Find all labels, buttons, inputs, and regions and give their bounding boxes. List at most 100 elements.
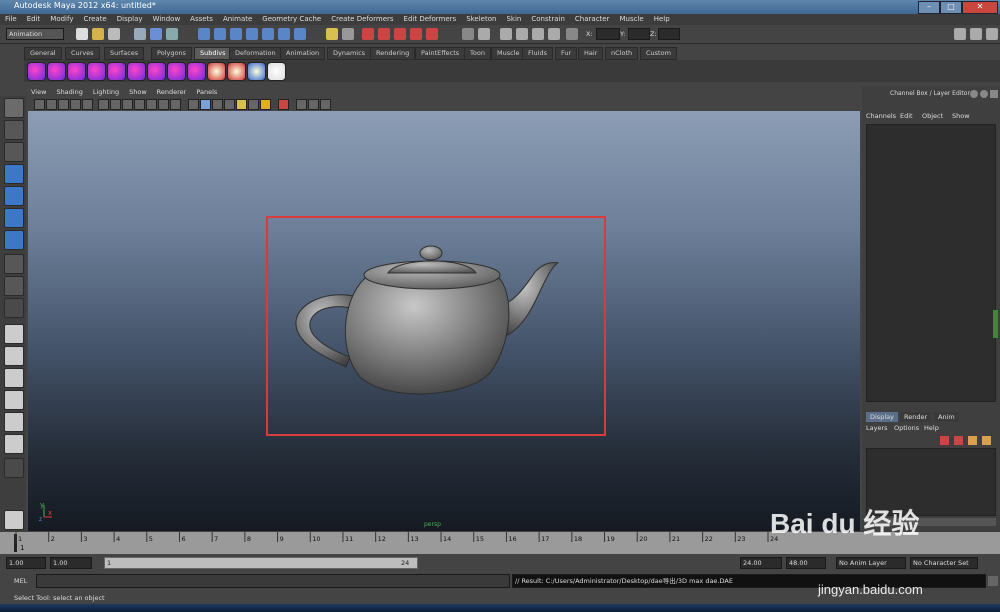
move-tool-icon[interactable] <box>4 164 24 184</box>
menu-window[interactable]: Window <box>148 14 186 24</box>
select-camera-icon[interactable] <box>34 99 45 110</box>
layer-menu-help[interactable]: Help <box>924 424 939 432</box>
panel-menu-renderer[interactable]: Renderer <box>152 88 192 96</box>
xray-icon[interactable] <box>296 99 307 110</box>
minimize-button[interactable]: – <box>918 1 940 14</box>
transform-icon[interactable] <box>548 28 560 40</box>
shelf-tab-curves[interactable]: Curves <box>65 47 100 60</box>
render-icon[interactable] <box>326 28 338 40</box>
manipulator-tool-icon[interactable] <box>4 230 24 250</box>
channel-box-menu-show[interactable]: Show <box>952 112 970 120</box>
command-input[interactable] <box>36 574 510 588</box>
xray-joints-icon[interactable] <box>308 99 319 110</box>
menu-file[interactable]: File <box>0 14 22 24</box>
render-layer-icon[interactable] <box>410 28 422 40</box>
move-layer-down-icon[interactable] <box>982 436 991 445</box>
lasso-tool-icon[interactable] <box>4 120 24 140</box>
close-button[interactable]: ✕ <box>962 1 998 14</box>
select-hierarchy-icon[interactable] <box>134 28 146 40</box>
playback-end-field[interactable]: 24.00 <box>740 557 782 569</box>
subdiv-sphere-icon[interactable] <box>27 62 46 81</box>
shelf-tab-animation[interactable]: Animation <box>280 47 326 60</box>
image-plane-icon[interactable] <box>70 99 81 110</box>
ipr-render-icon[interactable] <box>342 28 354 40</box>
four-view-layout-icon[interactable] <box>4 346 24 366</box>
panel-menu-show[interactable]: Show <box>124 88 152 96</box>
shelf-tab-rendering[interactable]: Rendering <box>370 47 416 60</box>
persp-uv-layout-icon[interactable] <box>4 434 24 454</box>
screen-space-ao-icon[interactable] <box>260 99 271 110</box>
layer-tab-anim[interactable]: Anim <box>934 412 959 422</box>
mode-dropdown-icon[interactable] <box>566 28 578 40</box>
snap-grid-icon[interactable] <box>198 28 210 40</box>
layer-tab-display[interactable]: Display <box>866 412 898 422</box>
panel-menu-view[interactable]: View <box>26 88 51 96</box>
new-layer-icon[interactable] <box>940 436 949 445</box>
save-scene-icon[interactable] <box>108 28 120 40</box>
new-layer-selected-icon[interactable] <box>954 436 963 445</box>
batch-render-icon[interactable] <box>426 28 438 40</box>
subdiv-cylinder-icon[interactable] <box>67 62 86 81</box>
subdiv-plane-icon[interactable] <box>107 62 126 81</box>
command-language-label[interactable]: MEL <box>14 577 27 585</box>
rotate-tool-icon[interactable] <box>4 186 24 206</box>
select-tool-icon[interactable] <box>4 98 24 118</box>
menu-set-dropdown[interactable]: Animation <box>6 28 64 40</box>
snap-point-icon[interactable] <box>230 28 242 40</box>
subdiv-coarsen-icon[interactable] <box>227 62 246 81</box>
menu-help[interactable]: Help <box>649 14 675 24</box>
channel-box-menu-edit[interactable]: Edit <box>900 112 913 120</box>
channel-box-list[interactable] <box>866 124 996 402</box>
gate-mask-icon[interactable] <box>134 99 145 110</box>
menu-edit-deformers[interactable]: Edit Deformers <box>399 14 462 24</box>
panel-menu-shading[interactable]: Shading <box>51 88 87 96</box>
history-icon[interactable] <box>278 28 290 40</box>
open-scene-icon[interactable] <box>92 28 104 40</box>
scale-icon[interactable] <box>532 28 544 40</box>
persp-outliner-layout-icon[interactable] <box>4 368 24 388</box>
menu-geometry-cache[interactable]: Geometry Cache <box>257 14 326 24</box>
panel-menu-panels[interactable]: Panels <box>191 88 222 96</box>
layout-menu-icon[interactable] <box>4 458 24 478</box>
2d-pan-zoom-icon[interactable] <box>82 99 93 110</box>
menu-edit[interactable]: Edit <box>22 14 46 24</box>
maximize-button[interactable]: □ <box>940 1 962 14</box>
shelf-tab-fluids[interactable]: Fluids <box>522 47 553 60</box>
channel-box-menu-channels[interactable]: Channels <box>866 112 896 120</box>
subdiv-torus-icon[interactable] <box>127 62 146 81</box>
menu-create[interactable]: Create <box>78 14 111 24</box>
z-field[interactable] <box>658 28 680 40</box>
layer-menu-layers[interactable]: Layers <box>866 424 888 432</box>
layer-menu-options[interactable]: Options <box>894 424 919 432</box>
quick-layout-icon[interactable] <box>4 510 24 530</box>
shelf-tab-fur[interactable]: Fur <box>555 47 578 60</box>
move-layer-up-icon[interactable] <box>968 436 977 445</box>
menu-character[interactable]: Character <box>570 14 615 24</box>
film-gate-icon[interactable] <box>110 99 121 110</box>
subdiv-collapse-icon[interactable] <box>267 62 286 81</box>
wireframe-on-shaded-icon[interactable] <box>212 99 223 110</box>
grid-icon[interactable] <box>98 99 109 110</box>
y-field[interactable] <box>628 28 650 40</box>
panel-menu-lighting[interactable]: Lighting <box>88 88 124 96</box>
backface-culling-icon[interactable] <box>320 99 331 110</box>
subdiv-refine-icon[interactable] <box>207 62 226 81</box>
menu-constrain[interactable]: Constrain <box>526 14 570 24</box>
subdiv-cube-icon[interactable] <box>47 62 66 81</box>
shelf-tab-hair[interactable]: Hair <box>578 47 604 60</box>
subdiv-mirror-icon[interactable] <box>147 62 166 81</box>
channel-box-scroll-handle[interactable] <box>993 310 998 338</box>
persp-graph-layout-icon[interactable] <box>4 390 24 410</box>
select-component-icon[interactable] <box>166 28 178 40</box>
paint-select-tool-icon[interactable] <box>4 142 24 162</box>
subdiv-cone-icon[interactable] <box>87 62 106 81</box>
menu-skin[interactable]: Skin <box>501 14 526 24</box>
shelf-tab-polygons[interactable]: Polygons <box>151 47 192 60</box>
snap-view-plane-icon[interactable] <box>246 28 258 40</box>
x-field[interactable] <box>596 28 620 40</box>
rotate-icon[interactable] <box>516 28 528 40</box>
sidebar-toggle-icon[interactable] <box>478 28 490 40</box>
menu-skeleton[interactable]: Skeleton <box>461 14 501 24</box>
use-all-lights-icon[interactable] <box>236 99 247 110</box>
shelf-tab-general[interactable]: General <box>24 47 62 60</box>
